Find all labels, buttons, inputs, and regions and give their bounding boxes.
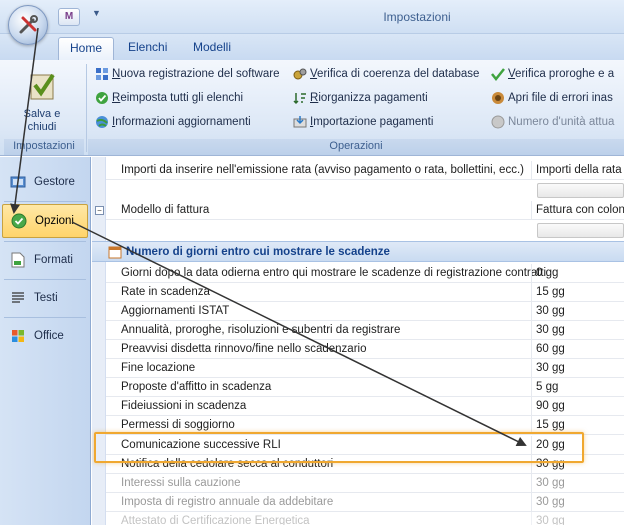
tab-home[interactable]: Home [58,37,115,60]
nuova-registrazione-button[interactable]: Nuova registrazione del software [94,64,279,84]
save-label-line1: Salva e [23,108,61,120]
table-row[interactable]: Annualità, proroghe, risoluzioni e suben… [106,321,624,340]
table-row-highlighted[interactable]: Comunicazione successive RLI 20 gg [106,436,624,455]
nav-separator [4,241,86,242]
options-check-icon [11,213,27,229]
application-button[interactable] [8,5,48,45]
numero-unita-button[interactable]: Numero d'unità attua [490,112,614,132]
manager-icon [10,174,26,190]
save-label-line2: chiudi [27,121,57,133]
verifica-proroghe-button[interactable]: Verifica proroghe e a [490,64,614,84]
calendar-icon [108,245,122,266]
sidebar-item-formati[interactable]: Formati [2,243,88,277]
table-row[interactable]: Rate in scadenza 15 gg [106,283,624,302]
format-icon [10,252,26,268]
value-editor-button[interactable] [537,183,624,198]
group-header[interactable]: Numero di giorni entro cui mostrare le s… [92,241,624,262]
checkmark-icon [490,67,505,82]
verifica-coerenza-button[interactable]: Verifica di coerenza del database [292,64,479,84]
left-navigation: Gestore Opzioni Formati Testi Office [0,157,91,525]
table-row[interactable]: Fine locazione 30 gg [106,359,624,378]
group-label-impostazioni: Impostazioni [4,139,84,155]
office-icon [10,328,26,344]
sidebar-item-opzioni[interactable]: Opzioni [2,204,88,238]
window-title: Impostazioni [383,10,451,24]
value-editor-button[interactable] [537,223,624,238]
reimposta-elenchi-button[interactable]: Reimposta tutti gli elenchi [94,88,243,108]
table-row[interactable]: Preavvisi disdetta rinnovo/fine nello sc… [106,340,624,359]
tab-modelli[interactable]: Modelli [182,37,242,60]
collapse-icon[interactable]: − [95,206,104,215]
tab-elenchi[interactable]: Elenchi [117,37,178,60]
informazioni-aggiornamenti-button[interactable]: Informazioni aggiornamenti [94,112,251,132]
sidebar-item-office[interactable]: Office [2,319,88,353]
error-file-icon [490,91,505,106]
sort-icon [292,91,307,106]
importazione-pagamenti-button[interactable]: Importazione pagamenti [292,112,433,132]
gears-icon [292,67,307,82]
save-close-icon [30,73,55,100]
grid-icon [94,67,109,82]
table-row[interactable]: Permessi di soggiorno 15 gg [106,416,624,435]
import-icon [292,115,307,130]
title-bar: M ▼ Impostazioni [0,0,624,34]
table-row[interactable]: Proposte d'affitto in scadenza 5 gg [106,378,624,397]
text-icon [10,290,26,306]
globe-icon [94,115,109,130]
table-row[interactable]: Attestato di Certificazione Energetica 30… [106,512,624,525]
settings-grid: Importi da inserire nell'emissione rata … [92,157,624,525]
table-row[interactable]: Giorni dopo la data odierna entro qui mo… [106,264,624,283]
group-label-operazioni: Operazioni [88,139,624,155]
sidebar-item-gestore[interactable]: Gestore [2,165,88,199]
nav-separator [4,279,86,280]
disk-icon [490,115,505,130]
ribbon-separator [86,64,87,152]
table-row[interactable]: Modello di fattura Fattura con colon [106,201,624,220]
apri-file-errori-button[interactable]: Apri file di errori inas [490,88,613,108]
table-row[interactable]: Notifica della cedolare secca al condutt… [106,455,624,474]
nav-separator [4,201,86,202]
check-circle-icon [94,91,109,106]
save-and-close-button[interactable]: Salva e chiudi [6,64,78,140]
nav-separator [4,317,86,318]
riorganizza-pagamenti-button[interactable]: Riorganizza pagamenti [292,88,428,108]
table-row[interactable]: Fideiussioni in scadenza 90 gg [106,397,624,416]
ribbon-tabs: Home Elenchi Modelli [0,34,624,60]
table-row[interactable]: Imposta di registro annuale da addebitar… [106,493,624,512]
ribbon: Salva e chiudi Impostazioni Operazioni N… [0,60,624,156]
table-row[interactable]: Importi da inserire nell'emissione rata … [106,161,624,180]
tools-icon [19,15,38,34]
sidebar-item-testi[interactable]: Testi [2,281,88,315]
table-row[interactable]: Aggiornamenti ISTAT 30 gg [106,302,624,321]
table-row[interactable]: Interessi sulla cauzione 30 gg [106,474,624,493]
